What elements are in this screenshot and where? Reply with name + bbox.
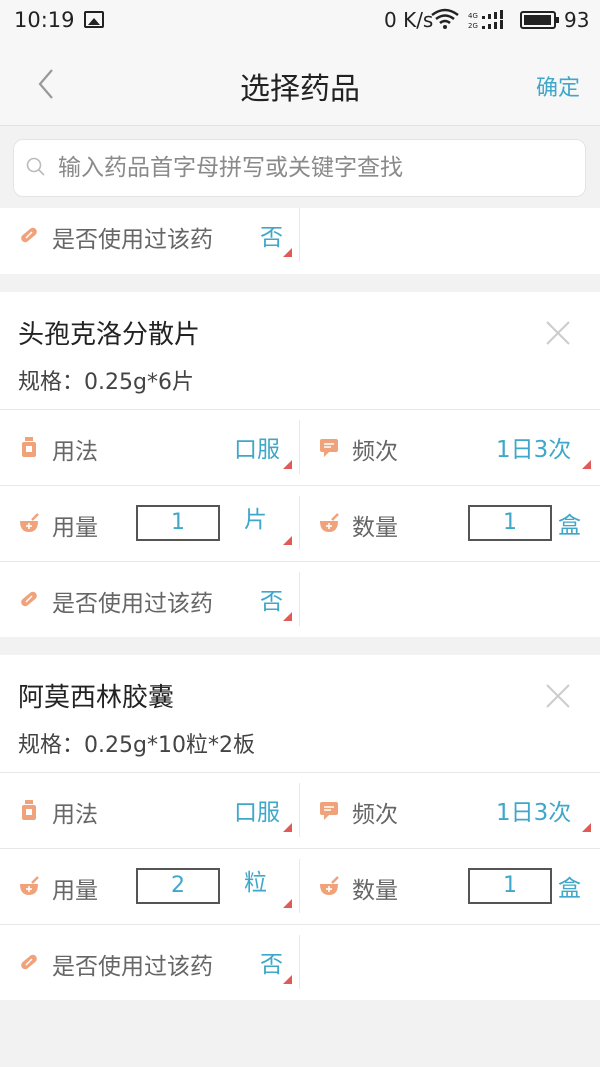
net-speed: 0 K/s: [384, 8, 434, 32]
quantity-input[interactable]: 1: [468, 868, 552, 904]
search-box[interactable]: [13, 139, 586, 197]
used-before-value[interactable]: 否: [260, 582, 283, 616]
svg-text:4G: 4G: [468, 12, 478, 20]
quantity-label: 数量: [352, 515, 398, 541]
used-before-row: 是否使用过该药 否: [0, 925, 600, 1001]
nav-bar: 选择药品 确定: [0, 42, 600, 126]
frequency-value[interactable]: 1日3次: [496, 430, 571, 464]
dropdown-marker-icon: [283, 248, 292, 257]
dropdown-marker-icon: [283, 823, 292, 832]
column-divider: [299, 935, 300, 989]
used-before-label: 是否使用过该药: [52, 227, 213, 253]
dosage-input[interactable]: 1: [136, 505, 220, 541]
medicine-card-partial: 是否使用过该药 否: [0, 208, 600, 274]
usage-value[interactable]: 口服: [234, 430, 280, 464]
battery-icon: [520, 11, 559, 29]
confirm-button[interactable]: 确定: [536, 70, 580, 102]
battery-level: 93: [564, 8, 590, 32]
dosage-unit[interactable]: 片: [244, 500, 267, 534]
used-before-row: 是否使用过该药 否: [0, 562, 600, 638]
dosage-label: 用量: [52, 878, 98, 904]
column-divider: [299, 572, 300, 626]
status-time: 10:19: [14, 8, 75, 32]
frequency-label: 频次: [352, 802, 398, 828]
dropdown-marker-icon: [582, 460, 591, 469]
close-icon[interactable]: [544, 319, 572, 347]
capsule-icon: [18, 588, 40, 610]
medicine-spec: 规格：0.25g*6片: [18, 370, 194, 395]
search-icon: [26, 157, 46, 177]
column-divider: [299, 420, 300, 474]
dosage-quantity-row: 用量 1 片 数量 1 盒: [0, 486, 600, 562]
close-icon[interactable]: [544, 682, 572, 710]
dosage-quantity-row: 用量 2 粒 数量 1 盒: [0, 849, 600, 925]
medicine-spec: 规格：0.25g*10粒*2板: [18, 733, 255, 758]
used-before-value[interactable]: 否: [260, 218, 283, 252]
mortar-icon: [318, 512, 340, 534]
bottle-icon: [18, 436, 40, 458]
dropdown-marker-icon: [283, 899, 292, 908]
column-divider: [299, 783, 300, 837]
wifi-icon: [430, 8, 460, 35]
medicine-card: 阿莫西林胶囊 规格：0.25g*10粒*2板 用法 口服 频次 1日3次 用量 …: [0, 655, 600, 1000]
mortar-icon: [18, 875, 40, 897]
capsule-icon: [18, 224, 40, 246]
gallery-icon: [84, 11, 104, 28]
used-before-label: 是否使用过该药: [52, 591, 213, 617]
used-before-value[interactable]: 否: [260, 945, 283, 979]
used-before-label: 是否使用过该药: [52, 954, 213, 980]
mortar-icon: [318, 875, 340, 897]
search-area: [0, 127, 600, 207]
status-bar: 10:19 0 K/s 4G 2G 93: [0, 0, 600, 42]
usage-value[interactable]: 口服: [234, 793, 280, 827]
dropdown-marker-icon: [283, 975, 292, 984]
message-icon: [318, 436, 340, 458]
dropdown-marker-icon: [283, 460, 292, 469]
bottle-icon: [18, 799, 40, 821]
dosage-unit[interactable]: 粒: [244, 863, 267, 897]
medicine-name: 头孢克洛分散片: [18, 320, 201, 350]
signal-icon: 4G 2G: [468, 10, 514, 30]
column-divider: [299, 208, 300, 262]
dropdown-marker-icon: [582, 823, 591, 832]
usage-label: 用法: [52, 439, 98, 465]
quantity-unit: 盒: [558, 513, 581, 539]
quantity-label: 数量: [352, 878, 398, 904]
usage-label: 用法: [52, 802, 98, 828]
dosage-label: 用量: [52, 515, 98, 541]
page-title: 选择药品: [240, 72, 360, 107]
quantity-input[interactable]: 1: [468, 505, 552, 541]
usage-frequency-row: 用法 口服 频次 1日3次: [0, 410, 600, 486]
mortar-icon: [18, 512, 40, 534]
dropdown-marker-icon: [283, 536, 292, 545]
column-divider: [299, 859, 300, 913]
frequency-label: 频次: [352, 439, 398, 465]
medicine-name: 阿莫西林胶囊: [18, 683, 175, 713]
dosage-input[interactable]: 2: [136, 868, 220, 904]
usage-frequency-row: 用法 口服 频次 1日3次: [0, 773, 600, 849]
message-icon: [318, 799, 340, 821]
capsule-icon: [18, 951, 40, 973]
quantity-unit: 盒: [558, 876, 581, 902]
dropdown-marker-icon: [283, 612, 292, 621]
used-before-row: 是否使用过该药 否: [0, 198, 600, 274]
frequency-value[interactable]: 1日3次: [496, 793, 571, 827]
svg-text:2G: 2G: [468, 22, 478, 30]
column-divider: [299, 496, 300, 550]
medicine-card: 头孢克洛分散片 规格：0.25g*6片 用法 口服 频次 1日3次 用量 1 片…: [0, 292, 600, 637]
search-input[interactable]: [58, 148, 568, 188]
